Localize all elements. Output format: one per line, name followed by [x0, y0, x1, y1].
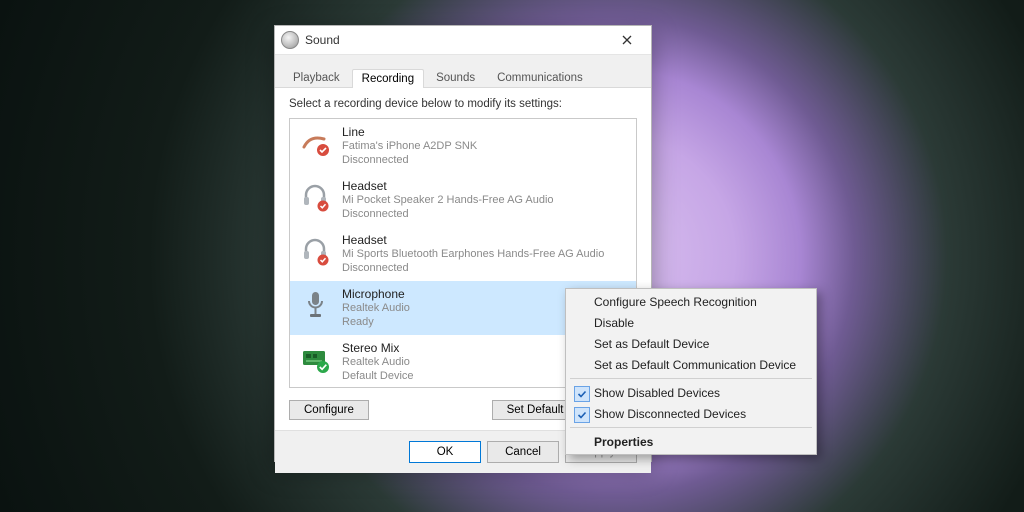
close-button[interactable]	[609, 29, 645, 51]
device-info: Microphone Realtek Audio Ready	[342, 287, 600, 329]
device-status: Disconnected	[342, 207, 628, 221]
menu-separator	[570, 378, 812, 379]
device-row[interactable]: Headset Mi Sports Bluetooth Earphones Ha…	[290, 227, 636, 281]
device-status: Disconnected	[342, 261, 628, 275]
microphone-icon	[298, 287, 332, 321]
device-info: Headset Mi Sports Bluetooth Earphones Ha…	[342, 233, 628, 275]
menu-label: Show Disabled Devices	[594, 386, 720, 400]
menu-show-disconnected[interactable]: Show Disconnected Devices	[568, 403, 814, 424]
device-name: Microphone	[342, 287, 600, 301]
menu-disable[interactable]: Disable	[568, 312, 814, 333]
tab-strip: Playback Recording Sounds Communications	[275, 55, 651, 88]
device-name: Headset	[342, 179, 628, 193]
instruction-text: Select a recording device below to modif…	[289, 98, 637, 110]
menu-set-default[interactable]: Set as Default Device	[568, 333, 814, 354]
soundcard-icon	[298, 341, 332, 375]
headset-icon	[298, 233, 332, 267]
device-status: Ready	[342, 315, 600, 329]
menu-show-disabled[interactable]: Show Disabled Devices	[568, 382, 814, 403]
configure-button[interactable]: Configure	[289, 400, 369, 420]
menu-label: Show Disconnected Devices	[594, 407, 746, 421]
menu-configure-speech[interactable]: Configure Speech Recognition	[568, 291, 814, 312]
sound-icon	[281, 31, 299, 49]
device-status: Disconnected	[342, 153, 628, 167]
headset-icon	[298, 179, 332, 213]
menu-set-default-comm[interactable]: Set as Default Communication Device	[568, 354, 814, 375]
tab-playback[interactable]: Playback	[283, 68, 350, 87]
device-sub: Realtek Audio	[342, 301, 600, 315]
device-name: Headset	[342, 233, 628, 247]
device-row[interactable]: Line Fatima's iPhone A2DP SNK Disconnect…	[290, 119, 636, 173]
device-sub: Mi Sports Bluetooth Earphones Hands-Free…	[342, 247, 628, 261]
tab-sounds[interactable]: Sounds	[426, 68, 485, 87]
device-name: Line	[342, 125, 628, 139]
titlebar: Sound	[275, 26, 651, 55]
window-title: Sound	[305, 33, 609, 47]
tab-recording[interactable]: Recording	[352, 69, 424, 88]
device-row[interactable]: Headset Mi Pocket Speaker 2 Hands-Free A…	[290, 173, 636, 227]
tab-communications[interactable]: Communications	[487, 68, 593, 87]
ok-button[interactable]: OK	[409, 441, 481, 463]
context-menu: Configure Speech Recognition Disable Set…	[565, 288, 817, 455]
cancel-button[interactable]: Cancel	[487, 441, 559, 463]
device-sub: Fatima's iPhone A2DP SNK	[342, 139, 628, 153]
check-icon	[574, 407, 590, 423]
menu-separator	[570, 427, 812, 428]
device-info: Line Fatima's iPhone A2DP SNK Disconnect…	[342, 125, 628, 167]
device-sub: Mi Pocket Speaker 2 Hands-Free AG Audio	[342, 193, 628, 207]
device-info: Headset Mi Pocket Speaker 2 Hands-Free A…	[342, 179, 628, 221]
line-in-icon	[298, 125, 332, 159]
check-icon	[574, 386, 590, 402]
menu-properties[interactable]: Properties	[568, 431, 814, 452]
close-icon	[622, 35, 632, 45]
